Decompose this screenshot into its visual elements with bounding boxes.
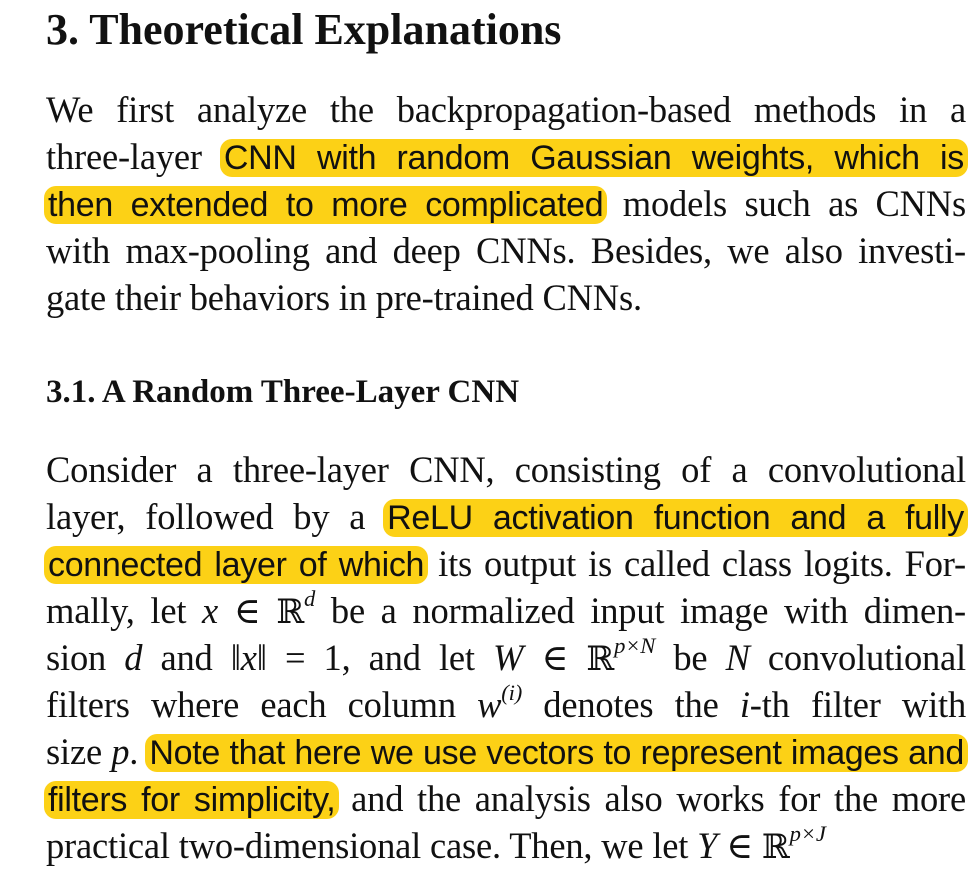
math-variable: Y (697, 825, 718, 866)
text-span: mally, let (46, 590, 203, 631)
text-line: Consider a three-layer CNN, consisting o… (46, 449, 966, 490)
math-expression: ‖x‖ (230, 637, 267, 678)
text-line: size p. Note that here we use vectors to… (46, 728, 969, 775)
text-line: sion d and ‖x‖ = 1, and let W ∈ ℝp×N be … (46, 634, 966, 681)
cnn-paragraph: Consider a three-layer CNN, consisting o… (44, 446, 969, 869)
text-span: practical two-dimensional case. Then, we… (46, 825, 698, 866)
text-span: sion (46, 637, 125, 678)
math-superscript: p×J (789, 821, 826, 847)
text-span: = 1, and let (266, 637, 493, 678)
text-line: with max-pooling and deep CNNs. Besides,… (46, 230, 966, 271)
text-span: models such as CNNs (605, 183, 966, 224)
text-line: We first analyze the backpropagation-bas… (46, 89, 966, 130)
math-symbol: ∈ (523, 637, 587, 678)
math-superscript: d (304, 586, 316, 612)
text-line: filters for simplicity, and the analysis… (44, 775, 966, 822)
paper-page: 3. Theoretical Explanations We first ana… (0, 0, 980, 866)
text-span: three-layer (46, 136, 222, 177)
math-variable: p (111, 731, 130, 772)
math-superscript: p×N (614, 633, 656, 659)
math-symbol: ∈ (717, 825, 762, 866)
math-variable: d (124, 637, 143, 678)
math-symbol: ℝ (761, 827, 790, 866)
text-line: layer, followed by a ReLU activation fun… (46, 493, 968, 540)
text-span: be (655, 637, 726, 678)
highlight-annotation: ReLU activation function and a fully (383, 499, 968, 537)
text-line: then extended to more complicated models… (44, 180, 966, 227)
math-superscript: (i) (501, 680, 523, 706)
math-variable: w (477, 684, 502, 725)
text-line: three-layer CNN with random Gaussian wei… (46, 133, 968, 180)
math-symbol: ∈ (218, 590, 277, 631)
math-variable: N (725, 637, 750, 678)
highlight-annotation: filters for simplicity, (44, 781, 340, 819)
text-line: gate their behaviors in pre-trained CNNs… (46, 277, 642, 318)
text-line: practical two-dimensional case. Then, we… (46, 822, 966, 869)
text-span: convolutional (749, 637, 966, 678)
math-variable: W (493, 637, 524, 678)
math-symbol: ℝ (586, 639, 615, 678)
highlight-annotation: then extended to more complicated (44, 186, 608, 224)
text-span: its output is called class logits. For- (426, 543, 966, 584)
math-variable: i (739, 684, 750, 725)
text-span: and (142, 637, 231, 678)
math-variable: x (202, 590, 219, 631)
highlight-annotation: CNN with random Gaussian weights, which … (219, 139, 968, 177)
text-span: be a normalized input image with dimen- (315, 590, 966, 631)
text-span: -th filter with (749, 684, 966, 725)
section-heading: 3. Theoretical Explanations (46, 5, 562, 54)
highlight-annotation: Note that here we use vectors to represe… (145, 734, 969, 772)
subsection-heading: 3.1. A Random Three-Layer CNN (46, 374, 520, 410)
text-line: connected layer of which its output is c… (44, 540, 966, 587)
text-span: filters where each column (46, 684, 478, 725)
text-line: filters where each column w(i) denotes t… (46, 681, 966, 728)
text-span: size (46, 731, 112, 772)
math-symbol: ℝ (276, 592, 305, 631)
intro-paragraph: We first analyze the backpropagation-bas… (44, 86, 968, 321)
text-span: denotes the (522, 684, 740, 725)
text-span: and the analysis also works for the more (337, 778, 966, 819)
text-span: layer, followed by a (46, 496, 386, 537)
highlight-annotation: connected layer of which (44, 546, 429, 584)
text-line: mally, let x ∈ ℝd be a normalized input … (46, 587, 966, 634)
